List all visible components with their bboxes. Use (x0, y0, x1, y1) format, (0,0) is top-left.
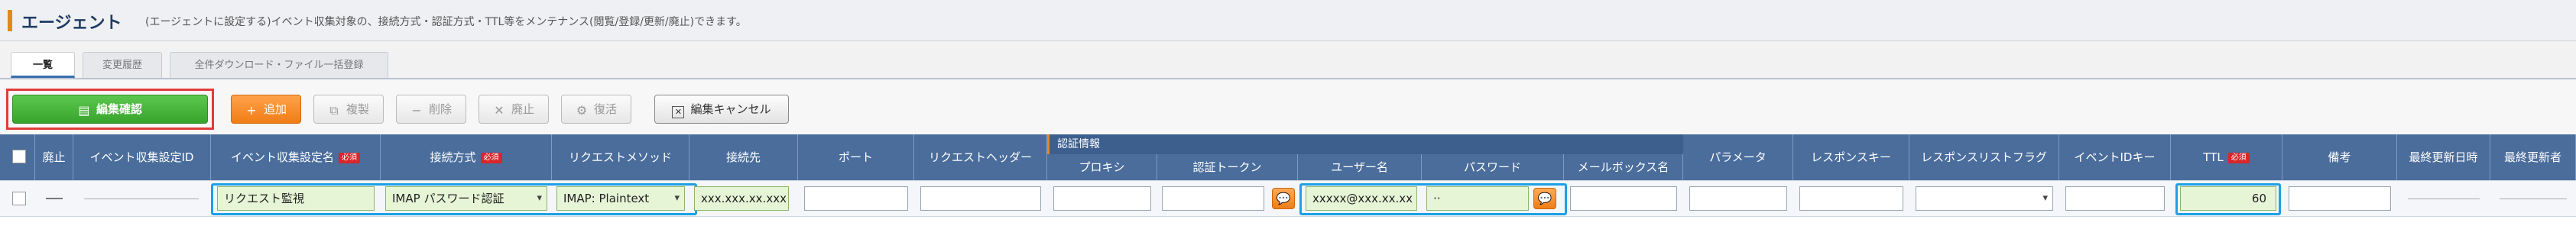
edit-confirm-label: 編集確認 (96, 102, 142, 116)
restore-label: 復活 (593, 102, 617, 116)
event-name-input[interactable]: リクエスト監視 (217, 186, 375, 211)
header-username: ユーザー名 (1298, 154, 1422, 180)
tab-list[interactable]: 一覧 (11, 52, 75, 78)
token-chat-icon[interactable]: 💬 (1272, 188, 1295, 209)
close-icon: ✕ (494, 103, 504, 118)
header-ttl-label: TTL (2203, 150, 2224, 164)
discard-dash (46, 198, 63, 199)
header-response-key: レスポンスキー (1793, 134, 1909, 180)
close-icon: ✕ (672, 106, 685, 118)
auth-token-input[interactable] (1162, 186, 1264, 211)
page-header: エージェント (エージェントに設定する)イベント収集対象の、接続方式・認証方式・… (0, 0, 2576, 41)
toolbar (0, 79, 2576, 134)
delete-button[interactable]: − 削除 (396, 95, 466, 124)
header-port: ポート (798, 134, 914, 180)
response-key-input[interactable] (1799, 186, 1903, 211)
header-connection-label: 接続方式 (430, 150, 476, 164)
header-last-update-date: 最終更新日時 (2397, 134, 2490, 180)
plus-icon: + (246, 103, 257, 118)
header-event-id: イベント収集設定ID (73, 134, 211, 180)
proxy-input[interactable] (1053, 186, 1151, 211)
copy-label: 複製 (346, 102, 369, 116)
header-event-id-key: イベントIDキー (2059, 134, 2171, 180)
header-request-header: リクエストヘッダー (914, 134, 1047, 180)
header-ttl: TTL 必須 (2171, 134, 2282, 180)
discard-label: 廃止 (511, 102, 534, 116)
header-destination: 接続先 (689, 134, 798, 180)
copy-button[interactable]: ⧉ 複製 (313, 95, 384, 124)
row-checkbox[interactable] (12, 192, 26, 205)
add-button[interactable]: + 追加 (231, 95, 301, 124)
minus-icon: − (411, 103, 422, 118)
port-input[interactable] (804, 186, 908, 211)
request-header-input[interactable] (920, 186, 1041, 211)
username-input[interactable]: xxxxx@xxx.xx.xx (1306, 186, 1417, 211)
header-auth-token: 認証トークン (1157, 154, 1298, 180)
required-badge: 必須 (339, 153, 360, 163)
tab-download-upload[interactable]: 全件ダウンロード・ファイル一括登録 (170, 52, 388, 78)
header-connection: 接続方式 必須 (381, 134, 552, 180)
restore-button[interactable]: ⚙ 復活 (561, 95, 631, 124)
password-input[interactable]: ·· (1426, 186, 1529, 211)
copy-icon: ⧉ (329, 103, 339, 118)
event-id-key-input[interactable] (2065, 186, 2165, 211)
title-accent-bar (8, 10, 12, 31)
delete-label: 削除 (428, 102, 452, 116)
header-request-method: リクエストメソッド (552, 134, 689, 180)
header-remarks: 備考 (2282, 134, 2397, 180)
required-badge: 必須 (2227, 153, 2250, 163)
edit-cancel-label: 編集キャンセル (690, 102, 771, 116)
mailbox-input[interactable] (1570, 186, 1677, 211)
select-all-checkbox[interactable] (12, 150, 26, 163)
request-method-select[interactable]: IMAP: Plaintext (556, 186, 685, 211)
header-event-name: イベント収集設定名 必須 (211, 134, 381, 180)
gear-icon: ⚙ (576, 103, 588, 118)
header-event-name-label: イベント収集設定名 (230, 150, 334, 164)
edit-confirm-button[interactable]: ▤ 編集確認 (12, 95, 208, 124)
header-response-list-flag: レスポンスリストフラグ (1909, 134, 2059, 180)
header-parameter: パラメータ (1683, 134, 1793, 180)
page-title: エージェント (21, 14, 122, 33)
parameter-input[interactable] (1689, 186, 1787, 211)
response-list-flag-select[interactable] (1916, 186, 2053, 211)
discard-button[interactable]: ✕ 廃止 (479, 95, 549, 124)
add-label: 追加 (263, 102, 287, 116)
document-check-icon: ▤ (78, 103, 90, 118)
connection-select[interactable]: IMAP パスワード認証 (385, 186, 547, 211)
ttl-input[interactable]: 60 (2180, 186, 2276, 211)
header-last-updater: 最終更新者 (2490, 134, 2576, 180)
required-badge: 必須 (480, 153, 502, 163)
header-discard: 廃止 (35, 134, 73, 180)
edit-cancel-button[interactable]: ✕ 編集キャンセル (654, 95, 789, 124)
header-mailbox: メールボックス名 (1564, 154, 1683, 180)
header-auth-group: 認証情報 (1047, 134, 1683, 154)
remarks-input[interactable] (2289, 186, 2391, 211)
header-proxy: プロキシ (1047, 154, 1157, 180)
password-chat-icon[interactable]: 💬 (1533, 188, 1556, 209)
header-password: パスワード (1422, 154, 1564, 180)
destination-input[interactable]: xxx.xxx.xx.xxx (694, 186, 789, 211)
page-description: (エージェントに設定する)イベント収集対象の、接続方式・認証方式・TTL等をメン… (145, 16, 747, 28)
tab-change-history[interactable]: 変更履歴 (83, 52, 162, 78)
